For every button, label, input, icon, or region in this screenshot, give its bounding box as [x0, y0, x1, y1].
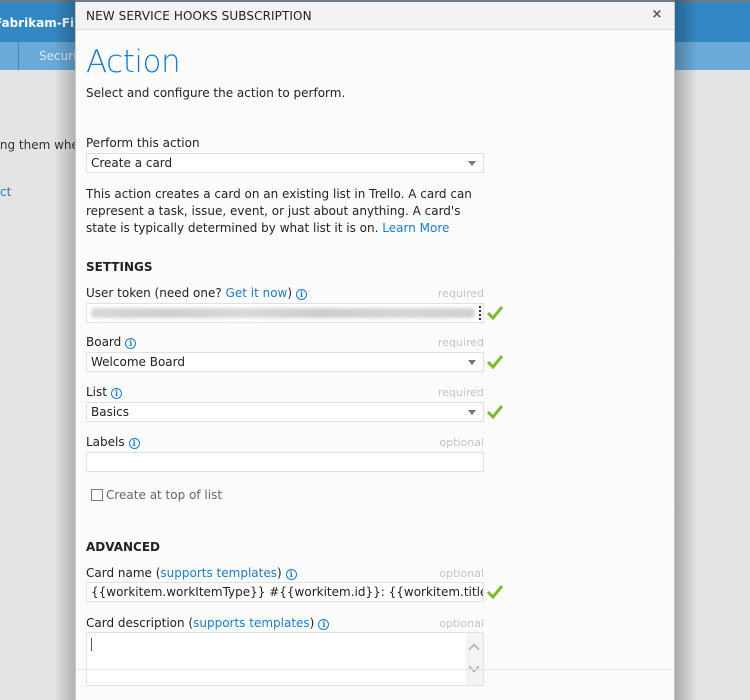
- supports-templates-link[interactable]: supports templates: [160, 566, 277, 580]
- text-caret: [91, 638, 92, 651]
- card-name-label-end: ): [276, 566, 282, 580]
- info-icon[interactable]: i: [285, 569, 297, 580]
- action-description: This action creates a card on an existin…: [86, 186, 491, 237]
- background-tab[interactable]: [0, 42, 19, 70]
- list-label: List i: [86, 385, 122, 399]
- labels-input[interactable]: [86, 452, 484, 472]
- info-icon[interactable]: i: [125, 338, 137, 349]
- board-label-text: Board: [86, 335, 122, 349]
- token-resize-handle: [479, 306, 481, 320]
- close-icon[interactable]: ×: [650, 7, 664, 23]
- advanced-heading: ADVANCED: [86, 540, 161, 554]
- settings-heading: SETTINGS: [86, 260, 153, 274]
- background-link[interactable]: ct: [0, 185, 11, 199]
- service-hooks-dialog: NEW SERVICE HOOKS SUBSCRIPTION × Action …: [75, 2, 675, 700]
- list-value: Basics: [91, 405, 130, 419]
- card-description-label: Card description (supports templates) i: [86, 616, 330, 630]
- dialog-titlebar: NEW SERVICE HOOKS SUBSCRIPTION ×: [76, 2, 674, 30]
- info-icon[interactable]: i: [110, 388, 122, 399]
- page-heading: Action: [86, 44, 181, 80]
- card-name-input[interactable]: {{workitem.workItemType}} #{{workitem.id…: [86, 582, 484, 602]
- chevron-down-icon: [468, 161, 476, 166]
- list-select[interactable]: Basics: [86, 402, 484, 422]
- dialog-shadow-left: [54, 0, 75, 700]
- page-subtitle: Select and configure the action to perfo…: [86, 86, 346, 100]
- user-token-label-text: User token (need one?: [86, 286, 226, 300]
- labels-label-text: Labels: [86, 435, 125, 449]
- card-description-label-text: Card description (: [86, 616, 194, 630]
- board-hint: required: [437, 336, 484, 349]
- card-name-hint: optional: [439, 567, 484, 580]
- valid-check-icon: [487, 306, 503, 320]
- learn-more-link[interactable]: Learn More: [382, 221, 449, 235]
- labels-hint: optional: [439, 436, 484, 449]
- board-select[interactable]: Welcome Board: [86, 352, 484, 372]
- scroll-down-icon[interactable]: [468, 661, 480, 673]
- info-icon[interactable]: i: [296, 289, 308, 300]
- valid-check-icon: [487, 585, 503, 599]
- dialog-divider: [76, 669, 674, 670]
- create-at-top-label: Create at top of list: [106, 488, 223, 502]
- card-description-textarea[interactable]: [86, 632, 484, 686]
- labels-label: Labels i: [86, 435, 140, 449]
- perform-action-select[interactable]: Create a card: [86, 153, 484, 173]
- chevron-down-icon: [468, 360, 476, 365]
- board-label: Board i: [86, 335, 137, 349]
- user-token-label: User token (need one? Get it now) i: [86, 286, 308, 300]
- valid-check-icon: [487, 405, 503, 419]
- create-at-top-checkbox[interactable]: [91, 489, 103, 501]
- list-hint: required: [437, 386, 484, 399]
- scroll-up-icon[interactable]: [468, 643, 480, 655]
- card-description-hint: optional: [439, 617, 484, 630]
- dialog-shadow-right: [675, 0, 697, 700]
- masked-token-value: [91, 308, 475, 318]
- create-at-top-option[interactable]: Create at top of list: [91, 488, 222, 502]
- valid-check-icon: [487, 355, 503, 369]
- card-name-label: Card name (supports templates) i: [86, 566, 297, 580]
- chevron-down-icon: [468, 410, 476, 415]
- user-token-input[interactable]: [86, 303, 484, 323]
- info-icon[interactable]: i: [128, 438, 140, 449]
- card-name-label-text: Card name (: [86, 566, 161, 580]
- user-token-label-end: ): [287, 286, 293, 300]
- board-value: Welcome Board: [91, 355, 185, 369]
- list-label-text: List: [86, 385, 107, 399]
- user-token-hint: required: [437, 287, 484, 300]
- get-it-now-link[interactable]: Get it now: [226, 286, 288, 300]
- perform-action-label: Perform this action: [86, 136, 200, 150]
- supports-templates-link[interactable]: supports templates: [193, 616, 310, 630]
- info-icon[interactable]: i: [318, 619, 330, 630]
- textarea-scrollbar[interactable]: [466, 633, 483, 685]
- card-description-label-end: ): [309, 616, 315, 630]
- perform-action-value: Create a card: [91, 156, 173, 170]
- dialog-title: NEW SERVICE HOOKS SUBSCRIPTION: [86, 9, 312, 23]
